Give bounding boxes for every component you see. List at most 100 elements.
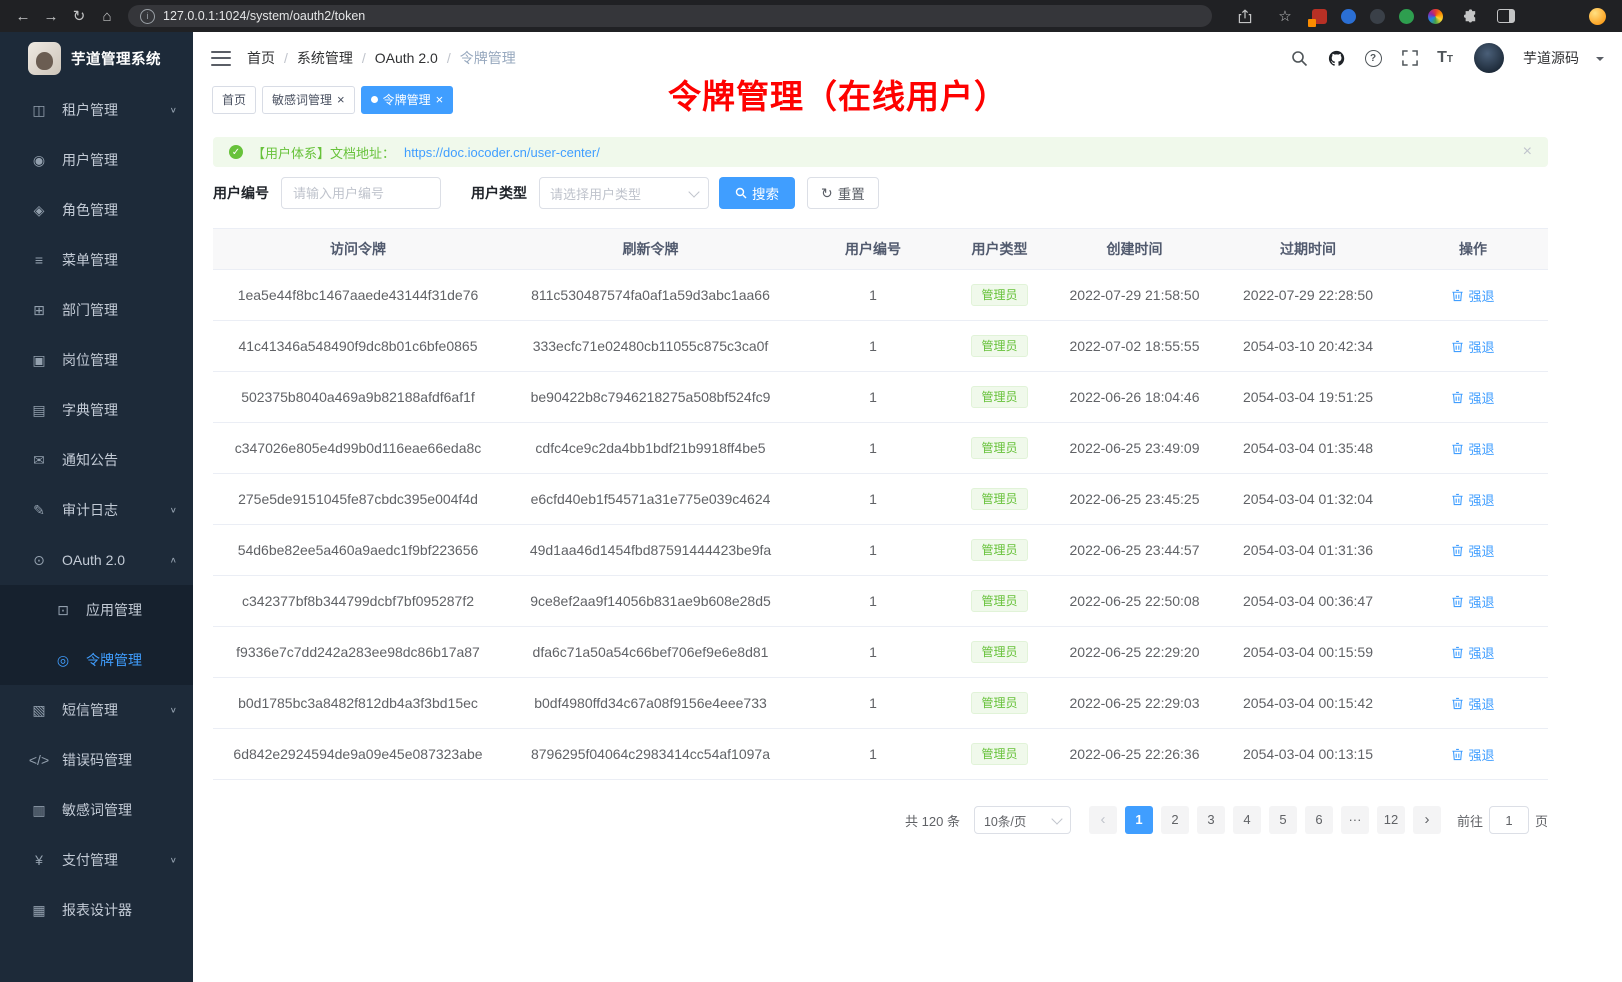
user-id-input[interactable] <box>281 177 441 209</box>
tab-close-icon[interactable]: × <box>436 93 444 106</box>
browser-profile-avatar[interactable] <box>1589 8 1606 25</box>
breadcrumb-item[interactable]: 令牌管理 <box>460 48 516 68</box>
page-button[interactable]: 12 <box>1377 806 1405 834</box>
fullscreen-icon[interactable] <box>1400 47 1420 69</box>
force-logout-button[interactable]: 强退 <box>1451 541 1494 560</box>
page-button[interactable]: 1 <box>1125 806 1153 834</box>
page-button[interactable]: ··· <box>1341 806 1369 834</box>
sidebar-item[interactable]: ⊙ OAuth 2.0 ∧ <box>0 535 193 585</box>
sidebar-item[interactable]: ✎ 审计日志 ∨ <box>0 485 193 535</box>
help-icon[interactable]: ? <box>1363 47 1383 69</box>
sidebar-item[interactable]: ◎ 令牌管理 <box>0 635 193 685</box>
breadcrumb-item[interactable]: 系统管理 <box>297 48 375 68</box>
sidebar-item[interactable]: ◈ 角色管理 <box>0 185 193 235</box>
sidebar-item[interactable]: ▣ 岗位管理 <box>0 335 193 385</box>
user-id-cell: 1 <box>798 576 948 627</box>
user-avatar[interactable] <box>1474 43 1504 73</box>
extension-icon[interactable] <box>1341 9 1356 24</box>
extensions-puzzle-icon[interactable] <box>1457 3 1483 29</box>
font-size-icon[interactable] <box>1437 49 1453 67</box>
refresh-token-cell: 49d1aa46d1454fbd87591444423be9fa <box>503 525 798 576</box>
force-logout-button[interactable]: 强退 <box>1451 439 1494 458</box>
user-name[interactable]: 芋道源码 <box>1523 48 1579 68</box>
create-time-cell: 2022-06-25 22:29:20 <box>1051 627 1218 678</box>
table-row: 6d842e2924594de9a09e45e087323abe 8796295… <box>213 729 1548 780</box>
sidebar-item[interactable]: </> 错误码管理 <box>0 735 193 785</box>
doc-link[interactable]: https://doc.iocoder.cn/user-center/ <box>404 145 600 160</box>
github-icon[interactable] <box>1326 47 1346 69</box>
browser-back-icon[interactable]: ← <box>10 3 36 29</box>
tab-close-icon[interactable]: × <box>337 93 345 106</box>
page-button[interactable]: 3 <box>1197 806 1225 834</box>
page-size-select[interactable]: 10条/页 <box>974 806 1071 834</box>
alert-close-icon[interactable]: × <box>1523 144 1532 160</box>
doc-alert: ✓ 【用户体系】文档地址： https://doc.iocoder.cn/use… <box>213 137 1548 167</box>
create-time-cell: 2022-06-25 22:50:08 <box>1051 576 1218 627</box>
share-icon[interactable] <box>1232 3 1258 29</box>
app-logo[interactable]: 芋道管理系统 <box>0 32 193 84</box>
sidebar-item[interactable]: ▧ 短信管理 ∨ <box>0 685 193 735</box>
user-id-cell: 1 <box>798 678 948 729</box>
sidebar-item[interactable]: ◉ 用户管理 <box>0 135 193 185</box>
sidebar-item[interactable]: ≡ 菜单管理 <box>0 235 193 285</box>
sidebar-item[interactable]: ◫ 租户管理 ∨ <box>0 85 193 135</box>
sidebar-item[interactable]: ¥ 支付管理 ∨ <box>0 835 193 885</box>
extension-icon[interactable] <box>1428 9 1443 24</box>
sidebar-item[interactable]: ▦ 报表设计器 <box>0 885 193 935</box>
page-button[interactable]: 2 <box>1161 806 1189 834</box>
sidebar-item[interactable]: ▤ 字典管理 <box>0 385 193 435</box>
user-type-tag: 管理员 <box>971 386 1027 408</box>
browser-reload-icon[interactable]: ↻ <box>66 3 92 29</box>
user-id-cell: 1 <box>798 729 948 780</box>
reset-button[interactable]: ↻ 重置 <box>807 177 879 209</box>
tab[interactable]: 首页 <box>212 86 256 114</box>
expire-time-cell: 2054-03-04 01:31:36 <box>1218 525 1398 576</box>
token-table: 访问令牌刷新令牌用户编号用户类型创建时间过期时间操作 1ea5e44f8bc14… <box>213 228 1548 780</box>
tab[interactable]: 敏感词管理 × <box>262 86 355 114</box>
refresh-token-cell: e6cfd40eb1f54571a31e775e039c4624 <box>503 474 798 525</box>
oauth-icon: ⊙ <box>28 552 50 569</box>
force-logout-button[interactable]: 强退 <box>1451 643 1494 662</box>
prev-page-button[interactable]: ‹ <box>1089 806 1117 834</box>
user-type-cell: 管理员 <box>948 270 1051 321</box>
extension-icon[interactable] <box>1399 9 1414 24</box>
page-button[interactable]: 5 <box>1269 806 1297 834</box>
sidebar-item[interactable]: ✉ 通知公告 <box>0 435 193 485</box>
tab[interactable]: 令牌管理 × <box>361 86 454 114</box>
breadcrumb-item[interactable]: 首页 <box>247 48 297 68</box>
page-button[interactable]: 4 <box>1233 806 1261 834</box>
sidebar-item[interactable]: ⊡ 应用管理 <box>0 585 193 635</box>
split-view-icon[interactable] <box>1497 9 1515 23</box>
extension-icon[interactable] <box>1370 9 1385 24</box>
page-button[interactable]: 6 <box>1305 806 1333 834</box>
force-logout-button[interactable]: 强退 <box>1451 694 1494 713</box>
force-logout-button[interactable]: 强退 <box>1451 388 1494 407</box>
sidebar-item[interactable]: ⊞ 部门管理 <box>0 285 193 335</box>
force-logout-button[interactable]: 强退 <box>1451 490 1494 509</box>
goto-page-input[interactable] <box>1489 806 1529 834</box>
site-info-icon[interactable]: i <box>140 9 155 24</box>
column-header: 过期时间 <box>1218 229 1398 270</box>
force-logout-button[interactable]: 强退 <box>1451 745 1494 764</box>
force-logout-button[interactable]: 强退 <box>1451 337 1494 356</box>
user-type-select[interactable]: 请选择用户类型 <box>539 177 709 209</box>
force-logout-button[interactable]: 强退 <box>1451 286 1494 305</box>
caret-down-icon[interactable] <box>1596 57 1604 65</box>
search-icon[interactable] <box>1289 47 1309 69</box>
hamburger-menu-icon[interactable] <box>211 51 231 66</box>
bookmark-star-icon[interactable]: ☆ <box>1272 3 1298 29</box>
refresh-token-cell: 811c530487574fa0af1a59d3abc1aa66 <box>503 270 798 321</box>
address-bar[interactable]: i 127.0.0.1:1024/system/oauth2/token <box>128 5 1212 27</box>
next-page-button[interactable]: › <box>1413 806 1441 834</box>
search-button[interactable]: 搜索 <box>719 177 795 209</box>
dept-icon: ⊞ <box>28 302 50 319</box>
access-token-cell: f9336e7c7dd242a283ee98dc86b17a87 <box>213 627 503 678</box>
expire-time-cell: 2054-03-04 01:35:48 <box>1218 423 1398 474</box>
sidebar-item[interactable]: ▥ 敏感词管理 <box>0 785 193 835</box>
user-type-tag: 管理员 <box>971 743 1027 765</box>
force-logout-button[interactable]: 强退 <box>1451 592 1494 611</box>
breadcrumb-item[interactable]: OAuth 2.0 <box>375 50 460 66</box>
extension-icon[interactable] <box>1312 9 1327 24</box>
browser-forward-icon[interactable]: → <box>38 3 64 29</box>
browser-home-icon[interactable]: ⌂ <box>94 3 120 29</box>
